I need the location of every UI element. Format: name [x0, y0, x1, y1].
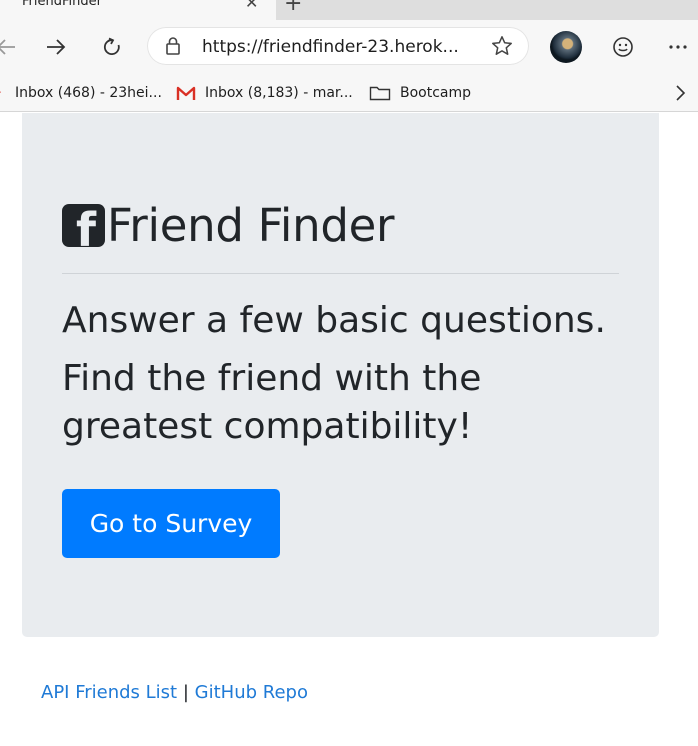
menu-button[interactable] — [662, 31, 694, 63]
page-title-text: Friend Finder — [107, 199, 395, 252]
arrow-left-icon — [0, 39, 15, 55]
feedback-button[interactable] — [607, 31, 639, 63]
bookmark-label: Inbox (8,183) - mar... — [205, 85, 353, 101]
lead-line-2: Find the friend with the greatest compat… — [62, 358, 482, 447]
bookmark-bootcamp[interactable]: Bootcamp — [369, 82, 471, 104]
smiley-icon — [613, 37, 633, 57]
api-friends-list-link[interactable]: API Friends List — [41, 682, 177, 703]
gmail-icon — [176, 86, 196, 101]
profile-avatar[interactable] — [550, 31, 582, 63]
url-text[interactable]: https://friendfinder-23.herok... — [202, 37, 487, 57]
new-tab-icon[interactable]: + — [284, 0, 302, 16]
folder-icon — [369, 85, 391, 101]
refresh-button[interactable] — [96, 31, 128, 63]
bookmark-label: Inbox (468) - 23hei... — [15, 85, 162, 101]
jumbotron: f Friend Finder Answer a few basic quest… — [22, 113, 659, 637]
address-bar[interactable]: https://friendfinder-23.herok... — [147, 27, 529, 65]
forward-button[interactable] — [40, 31, 72, 63]
browser-toolbar: https://friendfinder-23.herok... — [0, 20, 698, 74]
lock-icon[interactable] — [165, 36, 181, 56]
footer-separator: | — [182, 682, 189, 703]
arrow-right-icon — [47, 39, 66, 55]
go-to-survey-button[interactable]: Go to Survey — [62, 489, 280, 558]
bookmark-label: Bootcamp — [400, 85, 472, 101]
facebook-square-icon: f — [62, 204, 105, 247]
bookmarks-overflow-button[interactable] — [664, 77, 696, 109]
back-button[interactable] — [0, 31, 22, 63]
more-icon — [669, 45, 687, 49]
bookmark-inbox-1[interactable]: Inbox (468) - 23hei... — [0, 82, 162, 104]
tab-strip: FriendFinder ✕ + — [0, 0, 698, 20]
divider — [62, 273, 619, 274]
refresh-icon — [103, 37, 120, 55]
tab-title: FriendFinder — [22, 0, 102, 9]
lead-line-1: Answer a few basic questions. — [62, 300, 606, 341]
bookmarks-bar: Inbox (468) - 23hei... Inbox (8,183) - m… — [0, 74, 698, 112]
footer-links: API Friends List | GitHub Repo — [41, 682, 308, 703]
github-repo-link[interactable]: GitHub Repo — [195, 682, 308, 703]
page-title: f Friend Finder — [62, 199, 394, 252]
chevron-right-icon — [676, 85, 686, 101]
gmail-icon — [0, 86, 6, 100]
close-tab-icon[interactable]: ✕ — [245, 0, 258, 12]
star-icon[interactable] — [490, 34, 514, 58]
bookmark-inbox-2[interactable]: Inbox (8,183) - mar... — [176, 82, 353, 104]
